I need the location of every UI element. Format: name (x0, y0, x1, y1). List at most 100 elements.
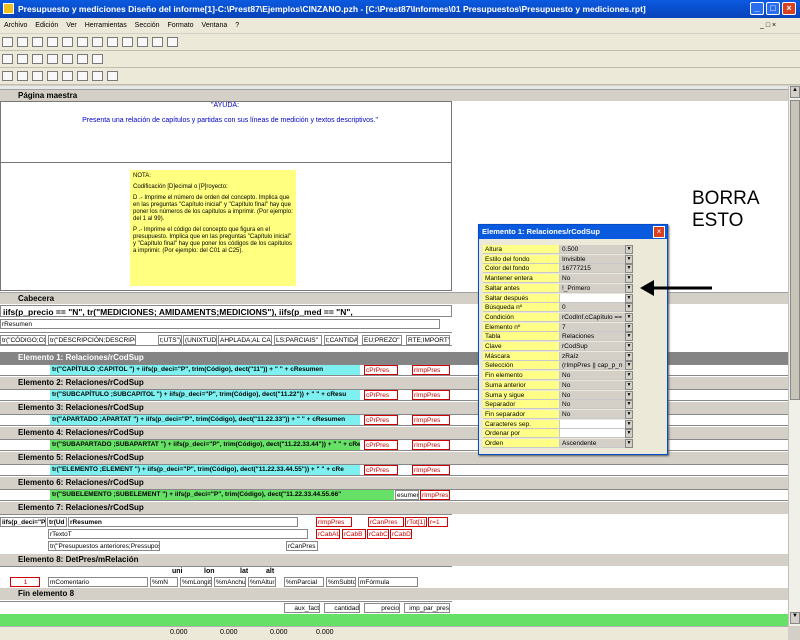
property-value[interactable]: zRaíz (559, 351, 625, 361)
chevron-down-icon[interactable]: ▼ (625, 409, 633, 419)
property-row[interactable]: Elemento nº 7 ▼ (483, 322, 665, 332)
el8-comentario[interactable]: mComentario (48, 577, 148, 587)
element-4-formula[interactable]: tr("SUBAPARTADO ;SUBAPARTAT ") + iifs(p_… (50, 440, 360, 450)
el7-imppres[interactable]: rImpPres (316, 517, 352, 527)
property-row[interactable]: Fin elemento No ▼ (483, 371, 665, 381)
copy-icon[interactable] (92, 37, 103, 47)
element-8-header[interactable]: Elemento 8: DetPres/mRelación (0, 554, 788, 566)
scroll-up-icon[interactable]: ▲ (790, 86, 800, 98)
element-1-formula[interactable]: tr("CAPÍTULO ;CAPITOL ") + iifs(p_deci="… (50, 365, 360, 375)
el7-deci[interactable]: iifs(p_deci="P" (0, 517, 46, 527)
chevron-down-icon[interactable]: ▼ (625, 283, 633, 293)
menu-edicion[interactable]: Edición (35, 22, 58, 29)
chevron-down-icon[interactable]: ▼ (625, 419, 633, 429)
property-row[interactable]: Suma anterior No ▼ (483, 380, 665, 390)
text-icon[interactable] (17, 54, 28, 64)
property-row[interactable]: Condición rCodInf.cCapítulo == ▼ (483, 312, 665, 322)
align-bottom-icon[interactable] (77, 71, 88, 81)
layout-icon[interactable] (122, 37, 133, 47)
el7-canpres[interactable]: rCanPres (368, 517, 404, 527)
element-3-field-a[interactable]: cPrPres (364, 415, 398, 425)
chevron-down-icon[interactable]: ▼ (625, 380, 633, 390)
lock-icon[interactable] (92, 54, 103, 64)
align-icon[interactable] (2, 71, 13, 81)
element-4-header[interactable]: Elemento 4: Relaciones/rCodSup (0, 427, 788, 439)
section-master[interactable]: Página maestra (0, 89, 788, 101)
align-center-icon[interactable] (32, 71, 43, 81)
menu-herramientas[interactable]: Herramientas (85, 22, 127, 29)
col-cantidade[interactable]: t;CANTIDADE (324, 335, 358, 345)
select-icon[interactable] (2, 54, 13, 64)
property-row[interactable]: Fin separador No ▼ (483, 409, 665, 419)
section-fin[interactable]: Fin elemento 8 (0, 588, 788, 600)
element-5-formula[interactable]: tr("ELEMENTO ;ELEMENT ") + iifs(p_deci="… (50, 465, 360, 475)
property-row[interactable]: Estilo del fondo Invisible ▼ (483, 254, 665, 264)
align-left-icon[interactable] (17, 71, 28, 81)
cut-icon[interactable] (77, 37, 88, 47)
chevron-down-icon[interactable]: ▼ (625, 342, 633, 351)
chevron-down-icon[interactable]: ▼ (625, 312, 633, 322)
element-5-field-b[interactable]: rImpPres (412, 465, 450, 475)
layout-grid-icon[interactable] (137, 37, 148, 47)
size-icon[interactable] (92, 71, 103, 81)
el7-cabau[interactable]: rCabAU (316, 529, 340, 539)
chevron-down-icon[interactable]: ▼ (625, 439, 633, 448)
el8-formula[interactable]: mFórmula (358, 577, 418, 587)
help-icon[interactable] (167, 37, 178, 47)
element-1-header[interactable]: Elemento 1: Relaciones/rCodSup (0, 352, 788, 364)
el8-longitud[interactable]: %mLongitud (180, 577, 212, 587)
property-value[interactable]: Ascendente (559, 439, 625, 448)
col-descripcion[interactable]: tr("DESCRIPCIÓN;DESCRIPCI (48, 335, 136, 345)
property-row[interactable]: Mantener entera No ▼ (483, 274, 665, 284)
align-right-icon[interactable] (47, 71, 58, 81)
el8-anchura[interactable]: %mAnchura (214, 577, 246, 587)
el7-cabd[interactable]: rCabD (390, 529, 412, 539)
properties-panel-title[interactable]: Elemento 1: Relaciones/rCodSup (479, 225, 667, 239)
col-longitude[interactable]: (UNIXTUDE" (183, 335, 217, 345)
preview-icon[interactable] (62, 37, 73, 47)
property-value[interactable]: No (559, 274, 625, 284)
element-6-field-a[interactable]: esumen (395, 490, 419, 500)
property-row[interactable]: Color del fondo 16777215 ▼ (483, 264, 665, 274)
property-value[interactable] (559, 293, 625, 303)
property-row[interactable]: Caracteres sep. ▼ (483, 419, 665, 429)
chevron-down-icon[interactable]: ▼ (625, 254, 633, 264)
element-3-formula[interactable]: tr("APARTADO ;APARTAT ") + iifs(p_deci="… (50, 415, 360, 425)
element-3-field-b[interactable]: rImpPres (412, 415, 450, 425)
element-4-field-b[interactable]: rImpPres (412, 440, 450, 450)
property-row[interactable]: Orden Ascendente ▼ (483, 439, 665, 448)
property-row[interactable]: Ordenar por ▼ (483, 429, 665, 439)
property-row[interactable]: Clave rCodSup ▼ (483, 342, 665, 351)
el7-ud[interactable]: tr(Ud (47, 517, 67, 527)
col-ancho[interactable]: AHPLADA;AL CADA (218, 335, 272, 345)
chevron-down-icon[interactable]: ▼ (625, 371, 633, 381)
fin-precio[interactable]: precio (364, 603, 400, 613)
col-import[interactable]: RTE;IMPORT") (406, 335, 450, 345)
chevron-down-icon[interactable]: ▼ (625, 245, 633, 254)
chevron-down-icon[interactable]: ▼ (625, 332, 633, 342)
menu-seccion[interactable]: Sección (135, 22, 160, 29)
spacing-icon[interactable] (107, 71, 118, 81)
property-value[interactable]: No (559, 409, 625, 419)
property-value[interactable]: No (559, 371, 625, 381)
col-parciais[interactable]: LS;PARCIAIS" (274, 335, 322, 345)
element-7-header[interactable]: Elemento 7: Relaciones/rCodSup (0, 502, 788, 514)
chevron-down-icon[interactable]: ▼ (625, 322, 633, 332)
element-6-formula[interactable]: tr("SUBELEMENTO ;SUBELEMENT ") + iifs(p_… (50, 490, 394, 500)
menu-ver[interactable]: Ver (66, 22, 77, 29)
close-button[interactable]: × (782, 2, 796, 15)
field-icon[interactable] (32, 54, 43, 64)
property-row[interactable]: Máscara zRaíz ▼ (483, 351, 665, 361)
element-5-header[interactable]: Elemento 5: Relaciones/rCodSup (0, 452, 788, 464)
property-row[interactable]: Tabla Relaciones ▼ (483, 332, 665, 342)
chevron-down-icon[interactable]: ▼ (625, 303, 633, 313)
line-icon[interactable] (47, 54, 58, 64)
fin-auxfact[interactable]: aux_fact (284, 603, 320, 613)
property-value[interactable]: 0 (559, 303, 625, 313)
menu-help[interactable]: ? (235, 22, 239, 29)
mdi-window-controls[interactable]: _ □ × (760, 18, 776, 33)
vertical-scrollbar[interactable]: ▲ ▼ (788, 86, 800, 626)
chevron-down-icon[interactable]: ▼ (625, 400, 633, 410)
scroll-down-icon[interactable]: ▼ (790, 612, 800, 624)
el8-subtotal[interactable]: %mSubtotal (326, 577, 356, 587)
